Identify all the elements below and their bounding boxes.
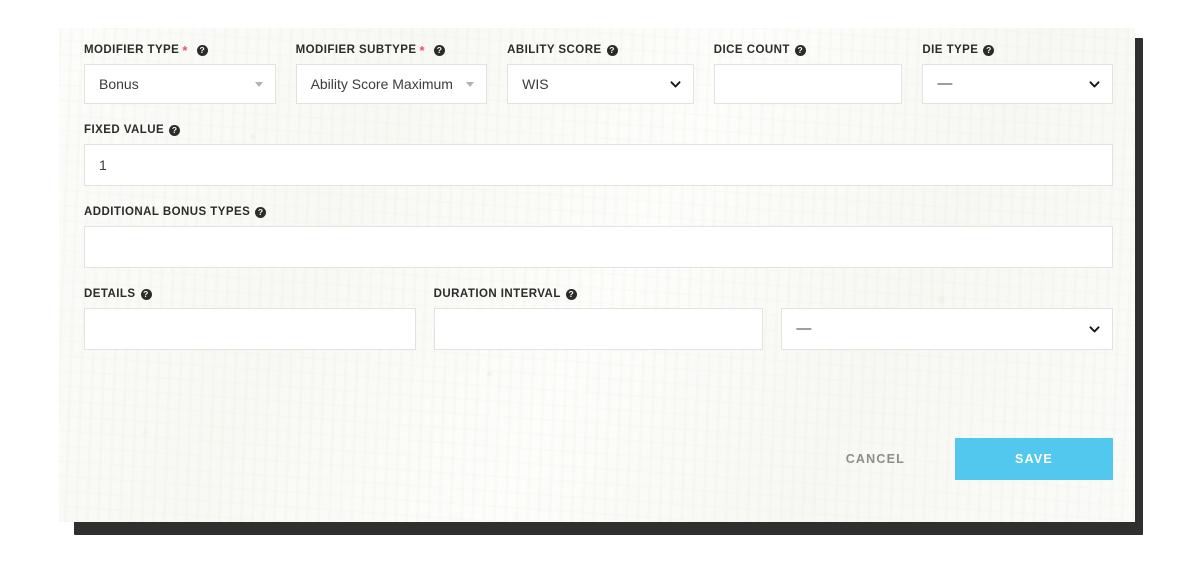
label-modifier-type: MODIFIER TYPE * ? (84, 44, 276, 57)
field-die-type: DIE TYPE ? — (922, 44, 1113, 104)
chevron-down-icon (670, 79, 681, 90)
label-modifier-subtype: MODIFIER SUBTYPE * ? (296, 44, 488, 57)
die-type-select[interactable]: — (922, 64, 1113, 104)
form-row-primary: MODIFIER TYPE * ? Bonus MODIFIER SUBTYPE… (84, 44, 1113, 104)
field-additional-bonus-types: ADDITIONAL BONUS TYPES ? (84, 206, 1113, 268)
caret-down-triangle-icon (254, 82, 263, 87)
field-duration-unit: — (781, 308, 1114, 350)
modifier-type-dropdown[interactable]: Bonus (84, 64, 276, 104)
fixed-value-value: 1 (99, 157, 107, 173)
label-ability-score: ABILITY SCORE ? (507, 44, 694, 57)
additional-bonus-types-input[interactable] (84, 226, 1113, 268)
label-modifier-type-text: MODIFIER TYPE (84, 44, 180, 56)
required-asterisk-icon: * (419, 42, 426, 58)
ability-score-value: WIS (522, 76, 549, 92)
help-icon[interactable]: ? (606, 45, 618, 56)
form-row-additional-bonus-types: ADDITIONAL BONUS TYPES ? (84, 206, 1113, 268)
form-actions: CANCEL SAVE (84, 438, 1113, 480)
chevron-down-icon (1089, 324, 1100, 335)
label-additional-bonus-types-text: ADDITIONAL BONUS TYPES (84, 206, 251, 218)
label-duration-interval-text: DURATION INTERVAL (433, 288, 561, 300)
label-duration-interval: DURATION INTERVAL ? (434, 288, 764, 301)
label-die-type: DIE TYPE ? (922, 44, 1113, 57)
chevron-down-icon (1089, 79, 1100, 90)
label-modifier-subtype-text: MODIFIER SUBTYPE (295, 44, 417, 56)
help-icon[interactable]: ? (794, 45, 806, 56)
form-row-fixed-value: FIXED VALUE ? 1 (84, 124, 1113, 186)
label-fixed-value: FIXED VALUE ? (84, 124, 1113, 137)
label-details: DETAILS ? (84, 288, 416, 301)
ability-score-select[interactable]: WIS (507, 64, 694, 104)
field-modifier-subtype: MODIFIER SUBTYPE * ? Ability Score Maxim… (295, 44, 488, 104)
label-additional-bonus-types: ADDITIONAL BONUS TYPES ? (84, 206, 1113, 219)
help-icon[interactable]: ? (255, 207, 267, 218)
field-fixed-value: FIXED VALUE ? 1 (84, 124, 1113, 186)
fixed-value-input[interactable]: 1 (84, 144, 1113, 186)
label-dice-count: DICE COUNT ? (714, 44, 903, 57)
modifier-form: MODIFIER TYPE * ? Bonus MODIFIER SUBTYPE… (59, 28, 1135, 350)
form-row-details-duration: DETAILS ? DURATION INTERVAL ? — (84, 288, 1114, 350)
help-icon[interactable]: ? (140, 289, 152, 300)
duration-unit-value: — (796, 320, 812, 337)
required-asterisk-icon: * (182, 42, 188, 58)
label-fixed-value-text: FIXED VALUE (84, 124, 165, 136)
label-die-type-text: DIE TYPE (922, 44, 979, 56)
die-type-value: — (937, 75, 953, 92)
field-modifier-type: MODIFIER TYPE * ? Bonus (84, 44, 276, 104)
modifier-subtype-dropdown[interactable]: Ability Score Maximum (295, 64, 488, 104)
modifier-type-value: Bonus (99, 76, 139, 92)
help-icon[interactable]: ? (434, 45, 446, 56)
caret-down-triangle-icon (466, 82, 475, 87)
modifier-subtype-value: Ability Score Maximum (310, 76, 453, 92)
cancel-button[interactable]: CANCEL (834, 442, 917, 476)
save-button[interactable]: SAVE (955, 438, 1113, 480)
modifier-edit-panel: MODIFIER TYPE * ? Bonus MODIFIER SUBTYPE… (59, 28, 1135, 522)
field-dice-count: DICE COUNT ? (713, 44, 903, 104)
help-icon[interactable]: ? (196, 45, 208, 56)
details-input[interactable] (84, 308, 416, 350)
label-dice-count-text: DICE COUNT (713, 44, 790, 56)
dice-count-input[interactable] (713, 64, 903, 104)
field-ability-score: ABILITY SCORE ? WIS (507, 44, 694, 104)
field-details: DETAILS ? (84, 288, 416, 350)
label-details-text: DETAILS (84, 288, 136, 300)
help-icon[interactable]: ? (983, 45, 995, 56)
field-duration-interval: DURATION INTERVAL ? (433, 288, 764, 350)
help-icon[interactable]: ? (169, 125, 181, 136)
screenshot-stage: MODIFIER TYPE * ? Bonus MODIFIER SUBTYPE… (0, 0, 1200, 573)
duration-interval-input[interactable] (433, 308, 764, 350)
label-ability-score-text: ABILITY SCORE (507, 44, 602, 56)
help-icon[interactable]: ? (565, 289, 577, 300)
duration-unit-select[interactable]: — (781, 308, 1114, 350)
